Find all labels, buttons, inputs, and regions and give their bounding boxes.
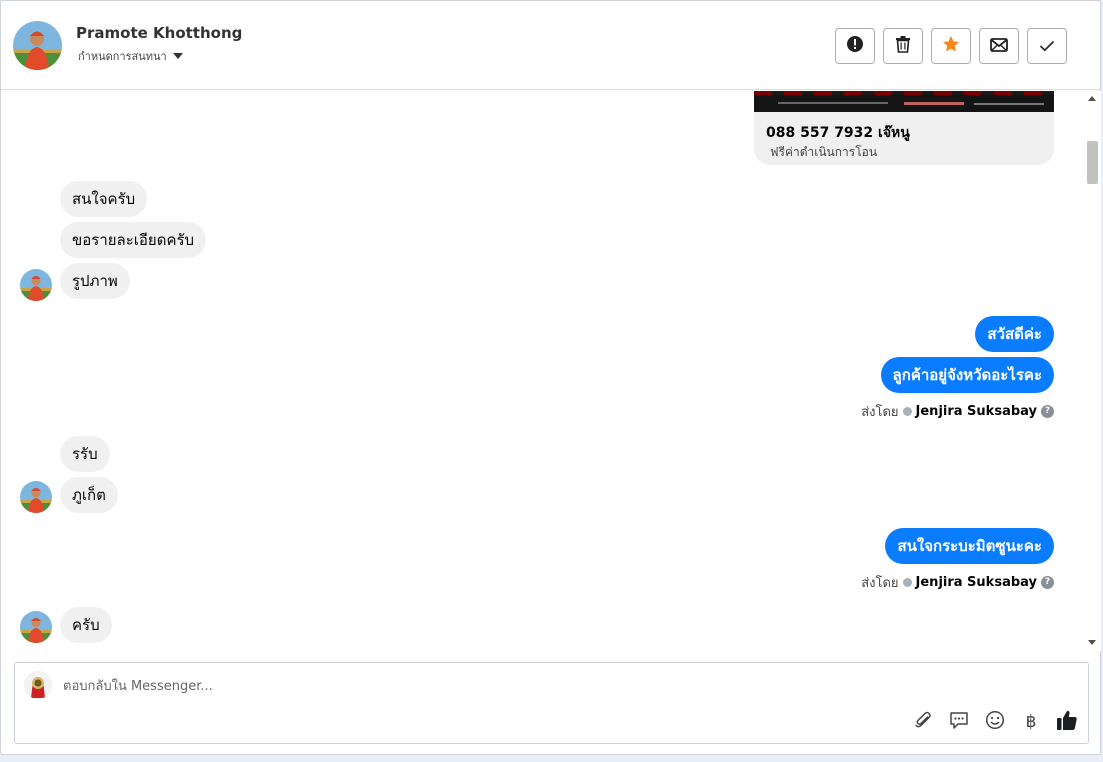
paperclip-icon bbox=[913, 710, 933, 735]
sender-name: Jenjira Suksabay bbox=[915, 404, 1037, 419]
star-button[interactable] bbox=[931, 28, 971, 64]
caret-down-icon bbox=[172, 53, 183, 59]
sender-name: Jenjira Suksabay bbox=[915, 575, 1037, 590]
shared-post-title: 088 557 7932 เจ๊หนู bbox=[766, 125, 910, 141]
incoming-message[interactable]: ครับ bbox=[60, 607, 112, 643]
incoming-message[interactable]: สนใจครับ bbox=[60, 181, 148, 217]
shared-post-subtitle: ฟรีค่าดำเนินการโอน bbox=[770, 145, 878, 159]
incoming-message[interactable]: รรับ bbox=[60, 436, 110, 472]
attach-file-button[interactable] bbox=[912, 711, 934, 733]
scroll-up-arrow-icon[interactable] bbox=[1088, 96, 1096, 101]
conversation-settings-label: กำหนดการสนทนา bbox=[78, 50, 167, 63]
alert-icon bbox=[846, 35, 864, 57]
emoji-button[interactable] bbox=[984, 710, 1006, 735]
conversation-window: Pramote Khotthong กำหนดการสนทนา 088 557 … bbox=[0, 0, 1101, 755]
contact-avatar-small bbox=[20, 269, 52, 301]
outgoing-message[interactable]: สนใจกระบะมิตซูนะคะ bbox=[885, 528, 1054, 564]
page-avatar bbox=[24, 671, 52, 699]
contact-avatar[interactable] bbox=[13, 21, 62, 70]
reply-composer: ฿ bbox=[14, 662, 1089, 744]
sent-by-label: ส่งโดย bbox=[861, 576, 899, 591]
verified-check-icon bbox=[902, 578, 912, 587]
thread-scrollbar[interactable] bbox=[1084, 91, 1101, 651]
chat-bubble-icon bbox=[949, 710, 969, 735]
shared-post-image bbox=[754, 91, 1054, 112]
star-icon bbox=[942, 35, 960, 57]
scroll-down-arrow-icon[interactable] bbox=[1088, 640, 1096, 645]
composer-tools: ฿ bbox=[912, 709, 1078, 736]
message-thread[interactable]: 088 557 7932 เจ๊หนู ฟรีค่าดำเนินการโอน ส… bbox=[1, 91, 1084, 651]
sent-by-label: ส่งโดย bbox=[861, 405, 899, 420]
conversation-settings-dropdown[interactable]: กำหนดการสนทนา bbox=[78, 47, 183, 65]
conversation-header: Pramote Khotthong กำหนดการสนทนา bbox=[1, 1, 1100, 90]
delete-button[interactable] bbox=[883, 28, 923, 64]
thumbs-up-icon bbox=[1056, 709, 1078, 736]
baht-icon: ฿ bbox=[1025, 712, 1037, 732]
help-icon[interactable]: ? bbox=[1041, 576, 1054, 589]
outgoing-message[interactable]: สวัสดีค่ะ bbox=[975, 316, 1054, 352]
sent-by-info: ส่งโดย Jenjira Suksabay ? bbox=[861, 401, 1054, 422]
check-icon bbox=[1039, 37, 1055, 56]
scrollbar-thumb[interactable] bbox=[1087, 141, 1098, 184]
mark-unread-button[interactable] bbox=[979, 28, 1019, 64]
saved-replies-button[interactable] bbox=[948, 711, 970, 733]
trash-icon bbox=[895, 35, 911, 57]
contact-name[interactable]: Pramote Khotthong bbox=[76, 24, 242, 42]
shared-post-card[interactable]: 088 557 7932 เจ๊หนู ฟรีค่าดำเนินการโอน bbox=[754, 91, 1054, 165]
incoming-message[interactable]: ภูเก็ต bbox=[60, 477, 118, 513]
contact-avatar-small bbox=[20, 481, 52, 513]
sent-by-info: ส่งโดย Jenjira Suksabay ? bbox=[861, 572, 1054, 593]
outgoing-message[interactable]: ลูกค้าอยู่จังหวัดอะไรคะ bbox=[880, 357, 1054, 393]
mark-spam-button[interactable] bbox=[835, 28, 875, 64]
incoming-message[interactable]: รูปภาพ bbox=[60, 263, 130, 299]
contact-avatar-small bbox=[20, 611, 52, 643]
emoji-icon bbox=[985, 710, 1005, 735]
incoming-message[interactable]: ขอรายละเอียดครับ bbox=[60, 222, 207, 258]
payment-button[interactable]: ฿ bbox=[1020, 711, 1042, 733]
envelope-icon bbox=[990, 37, 1008, 56]
like-button[interactable] bbox=[1056, 709, 1078, 736]
verified-check-icon bbox=[902, 407, 912, 416]
reply-input[interactable] bbox=[63, 675, 663, 697]
mark-done-button[interactable] bbox=[1027, 28, 1067, 64]
help-icon[interactable]: ? bbox=[1041, 405, 1054, 418]
header-actions bbox=[835, 28, 1067, 64]
